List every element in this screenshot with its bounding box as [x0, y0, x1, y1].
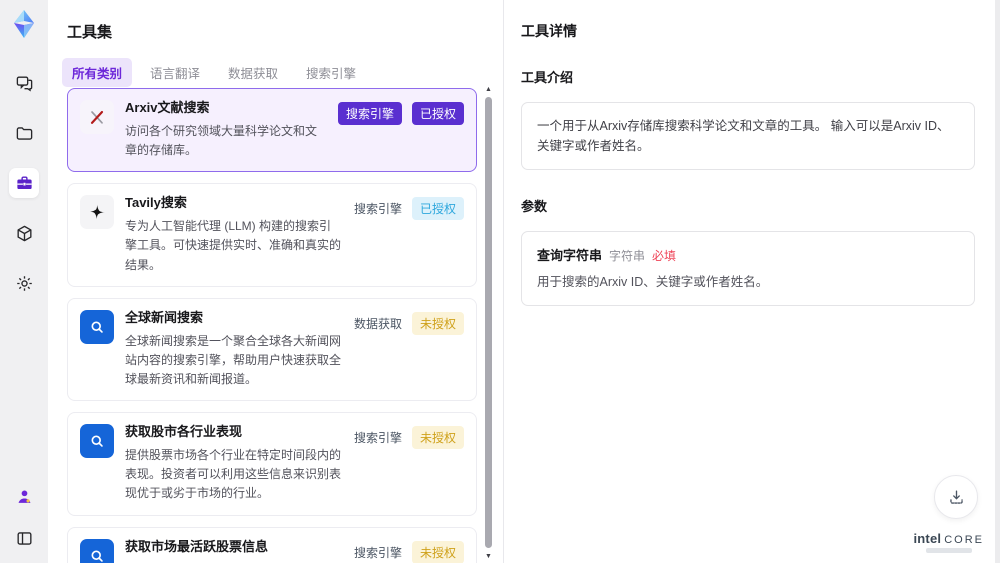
page-scrollbar[interactable]	[995, 0, 1000, 563]
tab-all-categories[interactable]: 所有类别	[62, 58, 133, 87]
auth-status-badge: 未授权	[411, 426, 464, 450]
intel-core-logo: intel CORE	[913, 531, 984, 553]
category-label: 搜索引擎	[353, 545, 402, 560]
tool-name: 获取股市各行业表现	[125, 424, 243, 440]
gear-icon[interactable]	[9, 268, 39, 298]
tool-description: 提供股票市场各个行业在特定时间段内的表现。投资者可以利用这些信息来识别表现优于或…	[125, 448, 342, 501]
sidebar-rail	[0, 0, 48, 563]
tool-description: 访问各个研究领域大量科学论文和文章的存储库。	[125, 123, 318, 158]
tool-card-tavily[interactable]: Tavily搜索 专为人工智能代理 (LLM) 构建的搜索引擎工具。可快速提供实…	[67, 183, 477, 287]
tool-name: 获取市场最活跃股票信息	[125, 538, 269, 554]
scrollbar-thumb[interactable]	[485, 97, 492, 548]
params-heading: 参数	[521, 199, 548, 214]
core-brand-text: CORE	[944, 534, 984, 546]
blue-search-app-icon	[80, 538, 114, 563]
intro-text-box: 一个用于从Arxiv存储库搜索科学论文和文章的工具。 输入可以是Arxiv ID…	[521, 102, 975, 170]
param-description: 用于搜索的Arxiv ID、关键字或作者姓名。	[537, 275, 769, 289]
download-button[interactable]	[934, 475, 978, 519]
user-icon[interactable]	[9, 481, 39, 511]
category-label: 搜索引擎	[353, 431, 402, 446]
blue-search-app-icon	[80, 309, 114, 344]
sparkle-icon	[80, 195, 114, 230]
folder-icon[interactable]	[9, 118, 39, 148]
app-logo-icon[interactable]	[8, 8, 40, 40]
tool-detail-panel: 工具详情 工具介绍 一个用于从Arxiv存储库搜索科学论文和文章的工具。 输入可…	[505, 0, 995, 563]
blue-search-app-icon	[80, 424, 114, 459]
panel-toggle-icon[interactable]	[9, 523, 39, 553]
tool-card-active-stocks[interactable]: 获取市场最活跃股票信息 提供当天交易量最高的股票列表。投资者可以利用这些信息来识…	[67, 526, 477, 563]
intro-heading: 工具介绍	[521, 70, 574, 85]
tool-name: Tavily搜索	[125, 195, 187, 211]
tool-card-arxiv[interactable]: Arxiv文献搜索 访问各个研究领域大量科学论文和文章的存储库。 搜索引擎 已授…	[67, 88, 477, 173]
tab-data-fetch[interactable]: 数据获取	[218, 58, 288, 87]
scroll-down-arrow[interactable]: ▼	[484, 553, 493, 561]
param-name: 查询字符串	[537, 248, 603, 263]
category-label: 数据获取	[353, 316, 402, 331]
intro-text: 一个用于从Arxiv存储库搜索科学论文和文章的工具。 输入可以是Arxiv ID…	[537, 119, 950, 153]
chat-icon[interactable]	[9, 68, 39, 98]
tool-name: Arxiv文献搜索	[125, 100, 210, 115]
toolbox-icon[interactable]	[9, 168, 39, 198]
tool-name: 全球新闻搜索	[125, 309, 204, 325]
auth-status-badge: 已授权	[411, 102, 464, 125]
tab-search-engine[interactable]: 搜索引擎	[296, 58, 366, 87]
detail-title: 工具详情	[521, 23, 577, 39]
app-window: 工具集 所有类别 语言翻译 数据获取 搜索引擎 Arxiv文献搜索 访问各个研究…	[0, 0, 1000, 563]
tool-card-global-news[interactable]: 全球新闻搜索 全球新闻搜索是一个聚合全球各大新闻网站内容的搜索引擎，帮助用户快速…	[67, 297, 477, 402]
auth-status-badge: 已授权	[411, 197, 464, 221]
tab-language-translation[interactable]: 语言翻译	[140, 58, 210, 87]
list-scrollbar[interactable]: ▲ ▼	[484, 86, 493, 561]
tool-description: 全球新闻搜索是一个聚合全球各大新闻网站内容的搜索引擎，帮助用户快速获取全球最新资…	[125, 333, 342, 386]
category-label: 搜索引擎	[353, 202, 402, 217]
cube-icon[interactable]	[9, 218, 39, 248]
param-required-flag: 必填	[652, 249, 677, 263]
parameter-card: 查询字符串 字符串 必填 用于搜索的Arxiv ID、关键字或作者姓名。	[521, 231, 975, 306]
intel-brand-text: intel	[913, 531, 942, 546]
tool-list-panel: 工具集 所有类别 语言翻译 数据获取 搜索引擎 Arxiv文献搜索 访问各个研究…	[48, 0, 504, 563]
intel-sub-badge	[925, 548, 972, 553]
tool-description: 专为人工智能代理 (LLM) 构建的搜索引擎工具。可快速提供实时、准确和真实的结…	[125, 219, 342, 272]
category-tabs: 所有类别 语言翻译 数据获取 搜索引擎	[48, 42, 503, 87]
param-type: 字符串	[609, 249, 646, 263]
arxiv-logo-icon	[80, 100, 114, 134]
auth-status-badge: 未授权	[411, 311, 464, 335]
tool-card-list: Arxiv文献搜索 访问各个研究领域大量科学论文和文章的存储库。 搜索引擎 已授…	[48, 86, 503, 563]
page-title: 工具集	[67, 24, 113, 41]
tool-card-stock-sectors[interactable]: 获取股市各行业表现 提供股票市场各个行业在特定时间段内的表现。投资者可以利用这些…	[67, 412, 477, 516]
scroll-up-arrow[interactable]: ▲	[484, 86, 493, 94]
auth-status-badge: 未授权	[411, 540, 464, 563]
category-badge: 搜索引擎	[337, 102, 402, 125]
